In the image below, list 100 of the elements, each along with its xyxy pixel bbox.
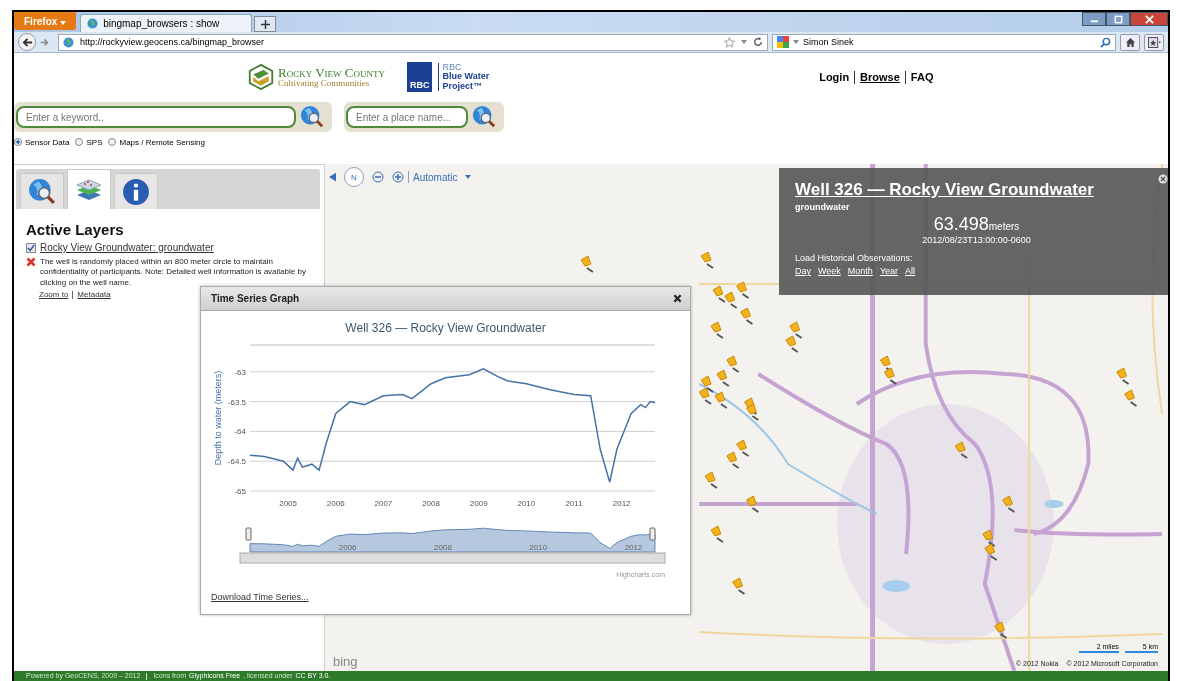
star-icon[interactable] — [724, 36, 735, 48]
dropdown-caret-icon[interactable] — [741, 40, 747, 44]
pin-icon[interactable] — [746, 495, 760, 513]
search-tab[interactable] — [20, 173, 64, 209]
close-icon[interactable] — [673, 294, 682, 303]
close-icon[interactable] — [1158, 174, 1168, 184]
well-title-link[interactable]: Well 326 — Rocky View Groundwater — [795, 180, 1158, 200]
radio-button[interactable] — [108, 138, 117, 146]
pin-icon[interactable] — [580, 255, 594, 273]
nav-link[interactable]: Browse — [860, 71, 900, 83]
bookmarks-button[interactable] — [1144, 33, 1164, 51]
pin-icon[interactable] — [740, 307, 754, 325]
pin-icon[interactable] — [726, 451, 740, 469]
info-icon — [122, 177, 150, 206]
y-axis-label: -65 — [234, 487, 246, 496]
history-range-link[interactable]: Year — [879, 266, 899, 276]
nav-link[interactable]: Login — [819, 71, 850, 83]
pan-left-icon[interactable] — [329, 172, 336, 182]
pin-icon[interactable] — [1124, 389, 1138, 407]
radio-label[interactable]: SPS — [86, 137, 103, 147]
layer-link[interactable]: Rocky View Groundwater: groundwater — [40, 242, 214, 253]
reading-value: 63.498 — [933, 214, 989, 235]
pin-icon[interactable] — [984, 543, 998, 561]
y-axis-label: -63 — [234, 367, 246, 377]
x-axis-label: 2011 — [565, 499, 583, 508]
radio-label[interactable]: Maps / Remote Sensing — [119, 137, 205, 147]
minimize-button[interactable] — [1082, 12, 1106, 26]
history-range-link[interactable]: Week — [818, 266, 841, 276]
download-link[interactable]: Download Time Series... — [211, 592, 309, 602]
back-button[interactable] — [18, 33, 36, 51]
scrollbar[interactable] — [239, 552, 666, 564]
search-button[interactable] — [300, 105, 324, 129]
dropdown-caret-icon[interactable] — [465, 175, 472, 179]
y-axis-title: Depth to water (meters) — [213, 370, 223, 466]
radio-button[interactable] — [75, 138, 84, 146]
layer-action-link[interactable]: Metadata — [77, 290, 111, 300]
pin-icon[interactable] — [736, 439, 750, 457]
county-tagline: Cultivating Communities — [278, 79, 371, 88]
navigator-handle[interactable] — [245, 527, 252, 541]
pin-icon[interactable] — [785, 335, 799, 353]
history-range-link[interactable]: Day — [795, 266, 811, 276]
project-logo-text: Project™ — [442, 81, 483, 92]
pin-icon[interactable] — [994, 621, 1008, 639]
navigator-label: 2006 — [338, 543, 357, 552]
radio-label[interactable]: Sensor Data — [25, 137, 70, 147]
pin-icon[interactable] — [710, 321, 724, 339]
nav-link[interactable]: FAQ — [910, 71, 934, 83]
google-icon — [777, 36, 789, 48]
layer-action-link[interactable]: Zoom to — [39, 290, 69, 300]
info-tab[interactable] — [114, 173, 158, 209]
pin-icon[interactable] — [698, 387, 713, 405]
browser-tab[interactable]: bingmap_browsers : show — [80, 14, 253, 32]
maximize-button[interactable] — [1106, 12, 1130, 26]
globe-icon — [63, 36, 74, 48]
pin-icon[interactable] — [710, 525, 724, 543]
x-axis-label: 2005 — [279, 499, 297, 508]
place-search-field[interactable]: Enter a place name... — [346, 106, 468, 128]
pin-icon[interactable] — [716, 369, 730, 387]
pin-icon[interactable] — [732, 577, 746, 595]
history-range-link[interactable]: Month — [847, 266, 873, 276]
pin-icon[interactable] — [883, 367, 898, 385]
forward-arrow-icon — [40, 37, 49, 47]
pin-icon[interactable] — [712, 285, 726, 303]
pin-icon[interactable] — [954, 441, 969, 459]
pin-icon[interactable] — [1116, 367, 1130, 385]
home-button[interactable] — [1120, 33, 1140, 51]
pin-icon[interactable] — [789, 321, 803, 339]
keyword-search-field[interactable]: Enter a keyword.. — [16, 106, 296, 128]
zoom-out-icon[interactable] — [372, 171, 384, 183]
radio-button[interactable] — [14, 138, 22, 146]
pin-icon[interactable] — [736, 281, 750, 299]
pin-icon[interactable] — [714, 391, 728, 409]
zoom-in-icon[interactable] — [392, 171, 404, 183]
pin-icon[interactable] — [1002, 495, 1016, 513]
pin-icon[interactable] — [982, 529, 996, 547]
county-logo-icon — [248, 64, 274, 90]
navigator-handle[interactable] — [649, 527, 656, 541]
reload-icon[interactable] — [753, 37, 763, 47]
layers-tab[interactable] — [67, 169, 111, 209]
pin-icon[interactable] — [700, 251, 714, 269]
compass-control[interactable]: N — [344, 167, 364, 187]
pin-icon[interactable] — [700, 375, 714, 393]
pin-icon[interactable] — [724, 291, 738, 309]
address-bar[interactable]: http://rockyview.geocens.ca/bingmap_browser — [58, 33, 768, 51]
new-tab-button[interactable] — [254, 16, 277, 32]
pin-icon[interactable] — [704, 471, 718, 489]
navigator-label: 2008 — [434, 543, 452, 552]
search-icon[interactable] — [1100, 36, 1111, 48]
cross-icon[interactable] — [26, 257, 36, 267]
layer-checkbox[interactable] — [26, 242, 36, 253]
pin-icon[interactable] — [726, 355, 740, 373]
search-field[interactable]: Simon Sinek — [772, 33, 1116, 51]
search-button[interactable] — [472, 105, 496, 129]
history-range-link[interactable]: All — [905, 266, 916, 276]
close-button[interactable] — [1130, 12, 1168, 26]
pin-icon[interactable] — [746, 403, 760, 421]
dropdown-caret-icon[interactable] — [793, 40, 799, 44]
chart-title: Well 326 — Rocky View Groundwater — [345, 321, 546, 335]
map-style-dropdown[interactable]: Automatic — [413, 171, 458, 183]
bank-logo: RBC — [407, 62, 433, 92]
